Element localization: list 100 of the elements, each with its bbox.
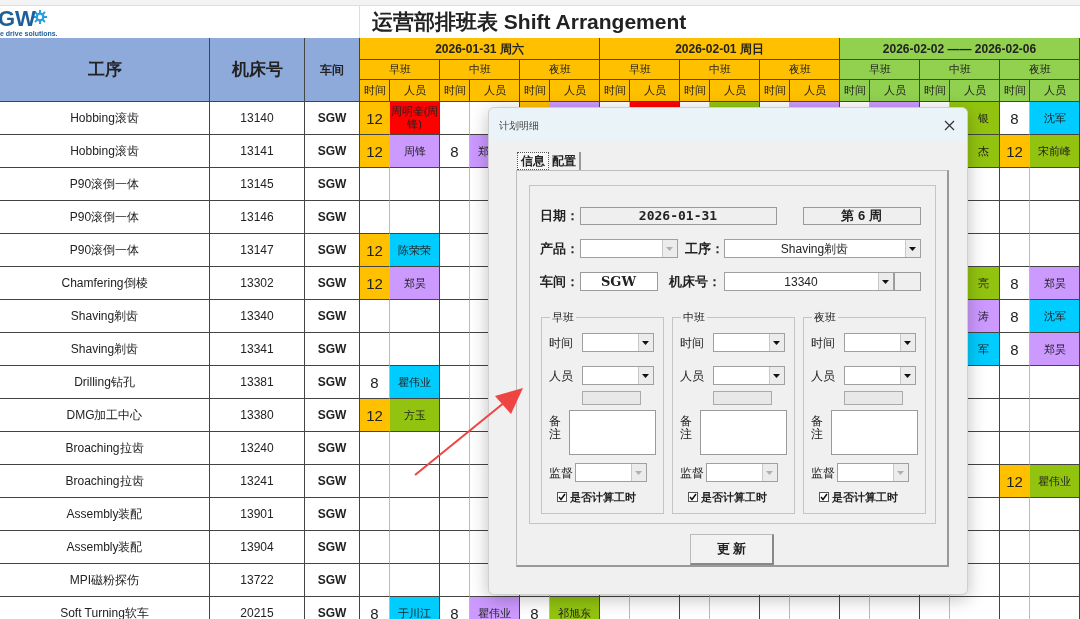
table-cell	[1000, 366, 1030, 399]
shift-header: 早班	[840, 60, 920, 80]
header-cell: 机床号	[210, 38, 305, 102]
update-button[interactable]: 更 新	[690, 534, 774, 565]
table-cell: 瞿伟业	[1030, 465, 1080, 498]
tab[interactable]: 配置	[549, 152, 581, 170]
note-field[interactable]	[568, 410, 656, 455]
shift-header: 夜班	[520, 60, 600, 80]
table-cell	[1030, 168, 1080, 201]
table-cell	[390, 333, 440, 366]
shift-header: 中班	[680, 60, 760, 80]
table-cell: 13141	[210, 135, 305, 168]
table-cell	[360, 201, 390, 234]
field-label: 备注	[810, 415, 823, 442]
table-cell: Soft Turning软车	[0, 597, 210, 619]
column-header: 时间	[600, 80, 630, 102]
table-cell	[390, 564, 440, 597]
shift-header: 早班	[600, 60, 680, 80]
table-cell: Shaving剃齿	[0, 300, 210, 333]
field-label: 机床号：	[668, 272, 722, 291]
table-cell: 祁旭东	[550, 597, 600, 619]
column-header: 人员	[870, 80, 920, 102]
field-label: 监督	[810, 464, 836, 482]
shift-header: 中班	[920, 60, 1000, 80]
dropdown-arrow-icon	[666, 246, 673, 251]
table-cell: 13145	[210, 168, 305, 201]
table-cell: 13341	[210, 333, 305, 366]
staff-dropdown[interactable]	[581, 366, 654, 385]
time-dropdown[interactable]	[712, 333, 785, 352]
field-label: 产品：	[539, 239, 580, 258]
table-cell: 12	[1000, 465, 1030, 498]
dropdown-arrow-icon	[909, 246, 916, 251]
table-cell: 沈军	[1030, 102, 1080, 135]
dialog-title: 计划明细	[499, 118, 539, 133]
info-box	[712, 391, 772, 405]
table-cell: 12	[360, 234, 390, 267]
column-header: 时间	[680, 80, 710, 102]
table-cell	[1000, 201, 1030, 234]
table-cell: 8	[1000, 300, 1030, 333]
table-cell	[390, 300, 440, 333]
checkbox[interactable]	[556, 492, 567, 503]
table-cell: 周明奎(周锋)	[390, 102, 440, 135]
table-cell	[390, 531, 440, 564]
table-cell: 13140	[210, 102, 305, 135]
dropdown-arrow-icon	[904, 373, 911, 378]
group-title: 中班	[680, 310, 707, 324]
table-cell	[1000, 168, 1030, 201]
table-cell: P90滚倒一体	[0, 168, 210, 201]
field-label: 时间	[810, 334, 836, 352]
note-field[interactable]	[699, 410, 787, 455]
field-label: 时间	[548, 334, 574, 352]
table-cell: 周锋	[390, 135, 440, 168]
table-cell	[1030, 531, 1080, 564]
column-header: 人员	[710, 80, 760, 102]
column-header: 时间	[440, 80, 470, 102]
tab[interactable]: 信息	[517, 152, 549, 170]
column-header: 人员	[950, 80, 1000, 102]
day-header: 2026-01-31 周六	[360, 38, 600, 60]
table-cell: 陈荣荣	[390, 234, 440, 267]
table-cell	[1000, 531, 1030, 564]
table-cell: 13302	[210, 267, 305, 300]
column-header: 人员	[390, 80, 440, 102]
blank-field[interactable]	[893, 272, 921, 291]
machine-dropdown[interactable]: 13340	[723, 272, 894, 291]
table-cell: 瞿伟业	[390, 366, 440, 399]
time-dropdown[interactable]	[581, 333, 654, 352]
checkbox[interactable]	[687, 492, 698, 503]
dropdown-arrow-icon	[773, 373, 780, 378]
staff-dropdown[interactable]	[843, 366, 916, 385]
time-dropdown[interactable]	[843, 333, 916, 352]
week-field: 第 6 周	[802, 207, 921, 225]
table-cell	[1030, 201, 1080, 234]
note-field[interactable]	[830, 410, 918, 455]
table-cell: 8	[1000, 267, 1030, 300]
dropdown-arrow-icon	[642, 373, 649, 378]
column-header: 人员	[790, 80, 840, 102]
table-cell: 13340	[210, 300, 305, 333]
table-cell: 8	[1000, 333, 1030, 366]
table-cell	[1030, 498, 1080, 531]
shift-header: 夜班	[760, 60, 840, 80]
field-label: 日期：	[539, 207, 580, 226]
table-cell: 8	[440, 135, 470, 168]
table-cell: 沈军	[1030, 300, 1080, 333]
process-dropdown[interactable]: Shaving剃齿	[723, 239, 921, 258]
date-field[interactable]: 2026-01-31	[579, 207, 777, 225]
checkbox[interactable]	[818, 492, 829, 503]
table-cell: Shaving剃齿	[0, 333, 210, 366]
info-box	[843, 391, 903, 405]
table-cell	[1030, 564, 1080, 597]
table-cell: Drilling钻孔	[0, 366, 210, 399]
table-cell: 8	[360, 366, 390, 399]
field-label: 监督	[548, 464, 574, 482]
table-cell	[390, 168, 440, 201]
dropdown-arrow-icon	[882, 279, 889, 284]
header-cell: 工序	[0, 38, 210, 102]
table-cell	[1030, 432, 1080, 465]
table-cell: Hobbing滚齿	[0, 135, 210, 168]
close-icon[interactable]	[944, 119, 955, 131]
workshop-field[interactable]: SGW	[579, 272, 658, 291]
staff-dropdown[interactable]	[712, 366, 785, 385]
